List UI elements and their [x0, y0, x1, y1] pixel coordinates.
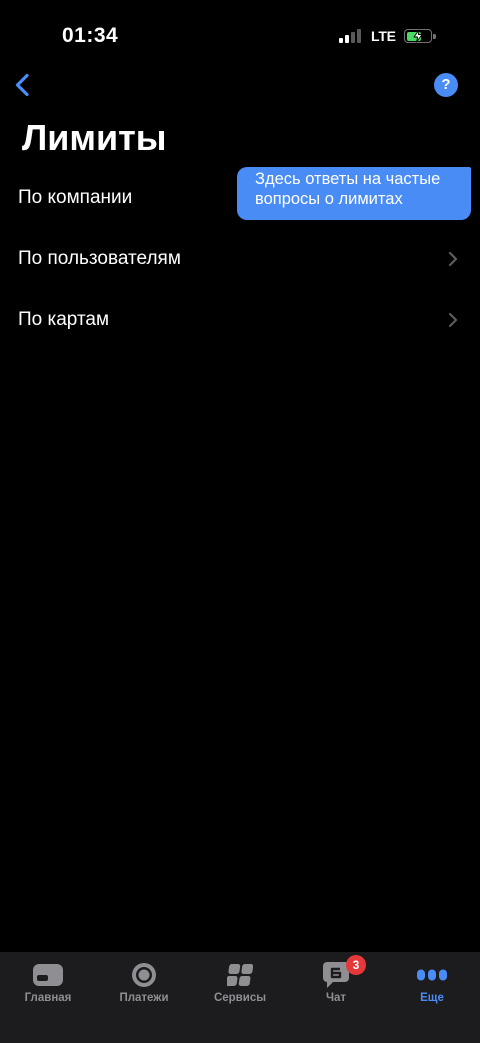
- page-title: Лимиты: [22, 117, 167, 158]
- help-button[interactable]: ?: [434, 73, 458, 97]
- tab-home[interactable]: Главная: [0, 952, 96, 1043]
- help-tooltip[interactable]: Здесь ответы на частые вопросы о лимитах: [237, 167, 471, 220]
- bottom-tab-bar: Главная Платежи Сервисы 3 Чат Еще: [0, 952, 480, 1043]
- payments-icon: [96, 960, 192, 990]
- network-type: LTE: [371, 28, 396, 44]
- charging-bolt-icon: [413, 29, 423, 43]
- home-icon: [0, 960, 96, 990]
- chevron-right-icon: [448, 312, 458, 328]
- tab-more[interactable]: Еще: [384, 952, 480, 1043]
- signal-bar: [351, 32, 355, 43]
- tab-label: Главная: [24, 992, 72, 1004]
- tab-label: Платежи: [119, 992, 169, 1004]
- menu-item-cards[interactable]: По картам: [0, 289, 480, 350]
- tab-services[interactable]: Сервисы: [192, 952, 288, 1043]
- battery-charging-icon: [404, 29, 437, 43]
- tab-chat[interactable]: 3 Чат: [288, 952, 384, 1043]
- signal-bar: [345, 35, 349, 43]
- services-grid-icon: [192, 960, 288, 990]
- menu-item-label: По компании: [18, 186, 133, 208]
- menu-item-users[interactable]: По пользователям: [0, 228, 480, 289]
- battery-body: [404, 29, 432, 43]
- signal-bar: [339, 38, 343, 43]
- tab-payments[interactable]: Платежи: [96, 952, 192, 1043]
- tab-label: Еще: [420, 992, 444, 1004]
- chevron-left-icon: [15, 73, 29, 97]
- tooltip-text: Здесь ответы на частые вопросы о лимитах: [255, 170, 441, 208]
- menu-item-label: По картам: [18, 308, 110, 330]
- tab-label: Чат: [325, 992, 347, 1004]
- more-icon: [384, 960, 480, 990]
- tab-label: Сервисы: [213, 992, 267, 1004]
- status-time: 01:34: [62, 24, 119, 47]
- unread-badge: 3: [346, 955, 366, 975]
- chat-icon: [288, 960, 384, 990]
- back-button[interactable]: [10, 71, 34, 99]
- menu-item-label: По пользователям: [18, 247, 181, 269]
- chevron-right-icon: [448, 251, 458, 267]
- signal-bar: [357, 29, 361, 43]
- signal-bars-icon: [339, 29, 361, 43]
- battery-cap: [433, 33, 436, 39]
